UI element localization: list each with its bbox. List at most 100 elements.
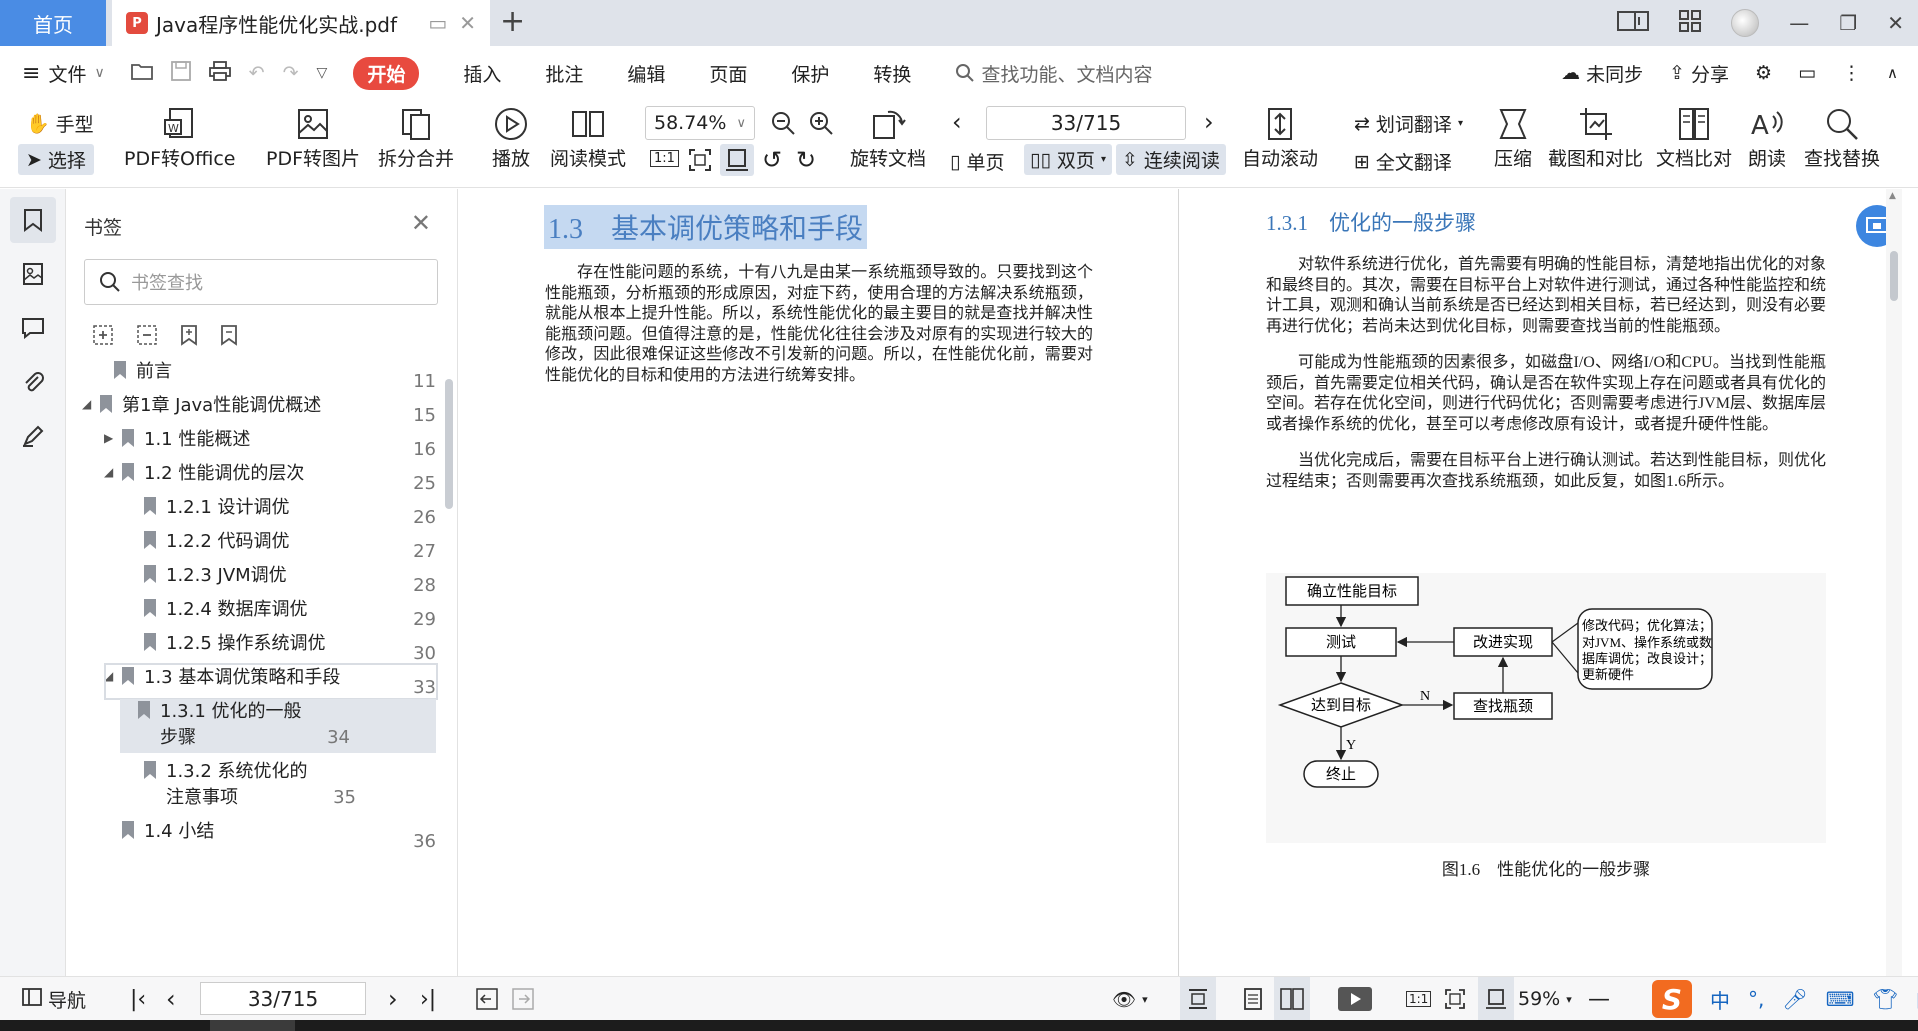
prev-page-icon[interactable]: ‹ [166, 977, 176, 1021]
double-page-status-icon[interactable] [1274, 977, 1310, 1021]
fit-page-icon[interactable] [688, 148, 712, 177]
bookmark-item-current-section[interactable]: ◢ 1.3 基本调优策略和手段 33 [104, 663, 438, 700]
thumbnail-icon[interactable] [10, 251, 56, 297]
single-page-status-icon[interactable] [1244, 977, 1262, 1021]
continuous-read-button[interactable]: ⇳ 连续阅读 [1116, 144, 1226, 175]
eye-protection-icon[interactable]: 👁︎ ▾ [1112, 977, 1148, 1021]
rotate-left-icon[interactable]: ↺ [762, 146, 782, 174]
tab-minimize-icon[interactable]: ▭ [428, 11, 447, 35]
fit-width-icon[interactable] [720, 144, 754, 176]
bookmark-item[interactable]: 1.2.2 代码调优 27 [66, 529, 436, 562]
menu-tab-insert[interactable]: 插入 [463, 60, 501, 87]
next-page-icon[interactable]: › [1204, 108, 1214, 136]
more-options-icon[interactable]: ⋮ [1842, 62, 1861, 84]
ime-microphone-icon[interactable]: 🎤︎ [1782, 987, 1807, 1011]
play-button[interactable]: 播放 [492, 104, 530, 171]
menu-tab-edit[interactable]: 编辑 [627, 60, 665, 87]
bookmark-panel-icon[interactable] [10, 197, 56, 243]
message-icon[interactable]: ▭ [1798, 62, 1816, 84]
rotate-document-button[interactable]: 旋转文档 [850, 104, 926, 171]
back-view-icon[interactable] [476, 977, 498, 1021]
auto-scroll-button[interactable]: 自动滚动 [1242, 104, 1318, 171]
subsection-heading[interactable]: 1.3.1 优化的一般步骤 [1266, 207, 1476, 237]
restore-window-icon[interactable]: ❐ [1839, 11, 1857, 35]
single-page-button[interactable]: ▯ 单页 [950, 148, 1004, 175]
remove-bookmark-icon[interactable] [220, 324, 238, 351]
quick-access-dropdown-icon[interactable]: ▽ [317, 65, 328, 81]
settings-gear-icon[interactable]: ⚙ [1755, 62, 1772, 84]
actual-size-icon[interactable]: 1:1 [650, 150, 679, 167]
section-heading-highlighted[interactable]: 1.3 基本调优策略和手段 [544, 205, 868, 249]
page-number-input[interactable]: 33/715 [986, 106, 1186, 140]
zoom-in-icon[interactable] [808, 110, 834, 141]
expanded-triangle-icon[interactable]: ◢ [104, 465, 118, 479]
bookmark-item[interactable]: ▶ 1.1 性能概述 16 [66, 427, 436, 460]
screenshot-compare-button[interactable]: 截图和对比 [1548, 104, 1643, 171]
open-folder-icon[interactable] [130, 61, 153, 86]
zoom-out-icon[interactable] [770, 110, 796, 141]
share-button[interactable]: ⇪ 分享 [1669, 60, 1729, 87]
collapse-all-icon[interactable] [136, 324, 158, 351]
minimize-window-icon[interactable]: — [1789, 11, 1809, 35]
signature-icon[interactable] [10, 413, 56, 459]
document-scrollbar[interactable]: ▲ [1886, 189, 1902, 976]
actual-size-status-icon[interactable]: 1:1 [1406, 977, 1432, 1021]
menu-tab-comment[interactable]: 批注 [545, 60, 583, 87]
tab-close-icon[interactable]: ✕ [459, 11, 476, 35]
full-translate-button[interactable]: ⊞ 全文翻译 [1354, 148, 1452, 175]
navigation-toggle[interactable]: 导航 [22, 977, 86, 1021]
pdf-to-image-button[interactable]: PDF转图片 [266, 104, 360, 171]
fit-width-status-icon-2[interactable] [1478, 977, 1514, 1021]
scrollbar-thumb[interactable] [1890, 251, 1898, 301]
bookmark-item-selected[interactable]: 1.3.1 优化的一般步骤 34 [120, 699, 436, 753]
reading-layout-icon[interactable] [1617, 10, 1650, 37]
ime-punctuation-icon[interactable]: °, [1748, 987, 1764, 1011]
menu-tab-start[interactable]: 开始 [353, 56, 420, 90]
body-paragraph[interactable]: 当优化完成后，需要在目标平台上进行确认测试。若达到性能目标，则优化过程结束；否则… [1266, 451, 1826, 492]
comment-icon[interactable] [10, 305, 56, 351]
first-page-icon[interactable]: |‹ [130, 977, 146, 1021]
bookmark-item[interactable]: 1.2.1 设计调优 26 [66, 495, 436, 528]
last-page-icon[interactable]: ›| [420, 977, 436, 1021]
redo-icon[interactable]: ↷ [283, 62, 299, 84]
pdf-to-office-button[interactable]: W PDF转Office [124, 104, 235, 171]
menu-tab-page[interactable]: 页面 [709, 60, 747, 87]
expand-all-icon[interactable] [92, 324, 114, 351]
fit-page-status-icon[interactable] [1444, 977, 1466, 1021]
close-window-icon[interactable]: ✕ [1887, 11, 1904, 35]
taskbar-active-app[interactable] [210, 1020, 295, 1031]
bookmark-item[interactable]: 前言 11 [66, 359, 436, 392]
body-paragraph[interactable]: 可能成为性能瓶颈的因素很多，如磁盘I/O、网络I/O和CPU。当找到性能瓶颈后，… [1266, 353, 1826, 435]
compress-button[interactable]: 压缩 [1494, 104, 1532, 171]
bookmark-search-input[interactable]: 书签查找 [84, 259, 438, 305]
ime-chinese-mode-icon[interactable]: 中 [1710, 985, 1730, 1014]
status-zoom-out-icon[interactable]: — [1588, 977, 1610, 1021]
attachment-icon[interactable] [10, 359, 56, 405]
bookmark-scrollbar[interactable] [445, 379, 453, 509]
previous-page-icon[interactable]: ‹ [952, 108, 962, 136]
collapse-ribbon-icon[interactable]: ∧ [1887, 64, 1898, 82]
read-mode-button[interactable]: 阅读模式 [550, 104, 626, 171]
sync-button[interactable]: ☁ 未同步 [1561, 60, 1643, 87]
user-avatar[interactable] [1731, 9, 1760, 37]
find-replace-button[interactable]: 查找替换 [1804, 104, 1880, 171]
expanded-triangle-icon[interactable]: ◢ [82, 397, 96, 411]
select-tool-button[interactable]: ➤ 选择 [18, 144, 94, 175]
tab-home[interactable]: 首页 [0, 0, 106, 46]
bookmark-item[interactable]: 1.2.4 数据库调优 29 [66, 597, 436, 630]
bookmark-item[interactable]: 1.3.2 系统优化的注意事项 35 [66, 759, 436, 813]
grid-apps-icon[interactable] [1679, 9, 1702, 37]
menu-tab-protect[interactable]: 保护 [791, 60, 829, 87]
bookmark-item[interactable]: 1.4 小结 36 [66, 819, 436, 852]
save-icon[interactable] [170, 60, 191, 86]
close-panel-icon[interactable]: ✕ [411, 209, 431, 237]
ime-keyboard-icon[interactable]: ⌨ [1826, 987, 1855, 1011]
read-aloud-button[interactable]: A 朗读 [1748, 104, 1786, 171]
next-page-icon[interactable]: › [388, 977, 398, 1021]
new-tab-button[interactable]: + [500, 4, 525, 39]
rotate-right-icon[interactable]: ↻ [796, 146, 816, 174]
hand-tool-button[interactable]: ✋ 手型 [26, 110, 94, 137]
zoom-level-select[interactable]: 58.74% ∨ [645, 106, 755, 140]
undo-icon[interactable]: ↶ [249, 62, 265, 84]
sogou-logo-icon[interactable]: S [1652, 980, 1692, 1018]
